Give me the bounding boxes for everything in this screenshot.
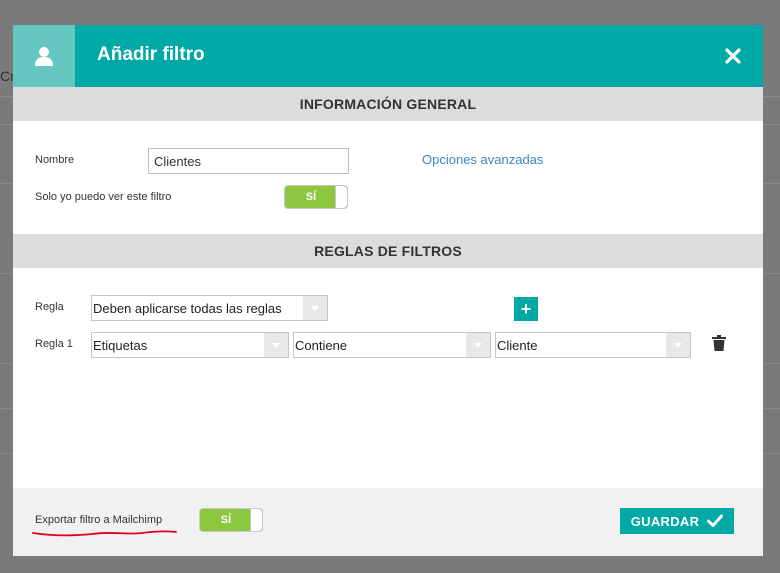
name-input[interactable] xyxy=(148,148,349,174)
toggle-knob xyxy=(250,509,262,531)
checkmark-icon xyxy=(707,514,724,527)
dialog-title: Añadir filtro xyxy=(97,44,205,65)
chevron-down-icon xyxy=(666,333,690,357)
add-filter-dialog: Añadir filtro INFORMACIÓN GENERAL Nombre… xyxy=(13,25,763,556)
advanced-options-link[interactable]: Opciones avanzadas xyxy=(422,152,543,167)
general-section-title: INFORMACIÓN GENERAL xyxy=(13,87,763,121)
private-filter-toggle[interactable]: SÍ xyxy=(284,185,348,209)
rule-1-operator-select[interactable]: Contiene xyxy=(293,332,491,358)
dialog-footer: Exportar filtro a Mailchimp SÍ GUARDAR xyxy=(13,488,763,556)
private-filter-toggle-label: SÍ xyxy=(305,191,317,203)
add-rule-button[interactable]: + xyxy=(514,297,538,321)
close-icon[interactable] xyxy=(721,44,745,68)
chevron-down-icon xyxy=(303,296,327,320)
chevron-down-icon xyxy=(264,333,288,357)
rule-mode-label: Regla xyxy=(35,301,64,313)
annotation-underline xyxy=(32,530,177,537)
export-mailchimp-toggle[interactable]: SÍ xyxy=(199,508,263,532)
toggle-knob xyxy=(335,186,347,208)
save-button[interactable]: GUARDAR xyxy=(620,508,734,534)
rule-1-field-select[interactable]: Etiquetas xyxy=(91,332,289,358)
rules-section-title: REGLAS DE FILTROS xyxy=(13,234,763,268)
rule-1-operator-value: Contiene xyxy=(295,338,348,353)
dialog-header: Añadir filtro xyxy=(13,25,763,87)
rule-1-label: Regla 1 xyxy=(35,338,73,350)
save-button-label: GUARDAR xyxy=(630,513,700,529)
export-mailchimp-label: Exportar filtro a Mailchimp xyxy=(35,514,163,526)
export-mailchimp-toggle-label: SÍ xyxy=(220,514,232,526)
rule-1-field-value: Etiquetas xyxy=(93,338,148,353)
trash-icon[interactable] xyxy=(712,335,726,356)
rule-mode-value: Deben aplicarse todas las reglas xyxy=(93,301,282,316)
user-icon xyxy=(13,25,75,87)
rule-1-value-select[interactable]: Cliente xyxy=(495,332,691,358)
name-label: Nombre xyxy=(35,154,75,166)
rule-1-value-value: Cliente xyxy=(497,338,538,353)
chevron-down-icon xyxy=(466,333,490,357)
rule-mode-select[interactable]: Deben aplicarse todas las reglas xyxy=(91,295,328,321)
private-filter-label: Solo yo puedo ver este filtro xyxy=(35,191,172,203)
